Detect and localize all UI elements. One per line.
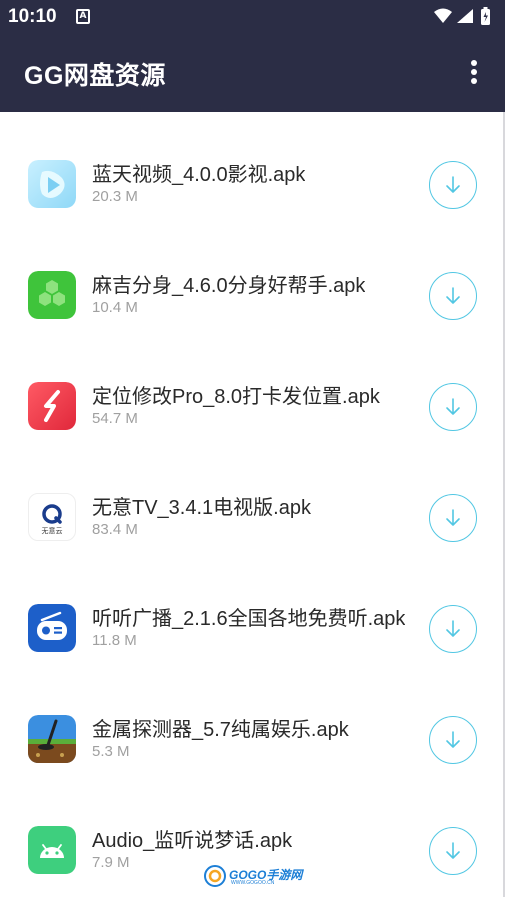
notification-icon: A: [76, 9, 90, 24]
blue-sky-video-icon: [28, 160, 76, 208]
download-button[interactable]: [429, 716, 477, 764]
status-time: 10:10: [8, 6, 57, 27]
download-button[interactable]: [429, 383, 477, 431]
download-button[interactable]: [429, 827, 477, 875]
status-bar: 10:10 A: [0, 0, 505, 34]
maji-clone-icon: [28, 271, 76, 319]
android-icon: [28, 826, 76, 874]
list-item[interactable]: 麻吉分身_4.6.0分身好帮手.apk 10.4 M: [0, 223, 503, 334]
download-button[interactable]: [429, 161, 477, 209]
download-arrow-icon: [446, 287, 460, 304]
wuyi-tv-icon: 无意云: [28, 493, 76, 541]
file-name: 金属探测器_5.7纯属娱乐.apk: [92, 719, 349, 741]
file-name: 定位修改Pro_8.0打卡发位置.apk: [92, 386, 380, 408]
more-vert-icon[interactable]: [462, 58, 486, 88]
app-bar: GG网盘资源: [0, 34, 505, 112]
metal-detector-icon: [28, 715, 76, 763]
list-item[interactable]: 金属探测器_5.7纯属娱乐.apk 5.3 M: [0, 667, 503, 778]
wifi-icon: [434, 8, 452, 23]
download-arrow-icon: [446, 731, 460, 748]
file-name: 麻吉分身_4.6.0分身好帮手.apk: [92, 275, 366, 297]
download-arrow-icon: [446, 509, 460, 526]
download-button[interactable]: [429, 494, 477, 542]
gogo-logo-icon: [204, 865, 226, 887]
file-name: 听听广播_2.1.6全国各地免费听.apk: [92, 608, 406, 630]
status-icons: [434, 7, 490, 25]
watermark-subtext: WWW.GOGOO.CN: [231, 880, 275, 886]
file-size: 5.3 M: [92, 743, 130, 760]
file-size: 54.7 M: [92, 410, 138, 427]
download-button[interactable]: [429, 272, 477, 320]
wuyi-logo-text: 无意云: [42, 526, 63, 535]
list-item[interactable]: 蓝天视频_4.0.0影视.apk 20.3 M: [0, 112, 503, 223]
file-name: 蓝天视频_4.0.0影视.apk: [92, 164, 306, 186]
download-arrow-icon: [446, 842, 460, 859]
download-arrow-icon: [446, 620, 460, 637]
download-arrow-icon: [446, 398, 460, 415]
file-size: 20.3 M: [92, 188, 138, 205]
radio-icon: [28, 604, 76, 652]
list-item[interactable]: 听听广播_2.1.6全国各地免费听.apk 11.8 M: [0, 556, 503, 667]
list-item[interactable]: 定位修改Pro_8.0打卡发位置.apk 54.7 M: [0, 334, 503, 445]
signal-icon: [457, 9, 473, 23]
file-name: Audio_监听说梦话.apk: [92, 830, 293, 852]
file-name: 无意TV_3.4.1电视版.apk: [92, 497, 311, 519]
file-size: 11.8 M: [92, 632, 137, 649]
page-title: GG网盘资源: [24, 62, 166, 90]
file-size: 83.4 M: [92, 521, 138, 538]
download-button[interactable]: [429, 605, 477, 653]
file-size: 10.4 M: [92, 299, 138, 316]
location-modify-icon: [28, 382, 76, 430]
file-list: 蓝天视频_4.0.0影视.apk 20.3 M 麻吉分身_4.6.0分身好帮手.…: [0, 112, 503, 897]
file-size: 7.9 M: [92, 854, 130, 871]
download-arrow-icon: [446, 176, 460, 193]
list-item[interactable]: 无意云 无意TV_3.4.1电视版.apk 83.4 M: [0, 445, 503, 556]
